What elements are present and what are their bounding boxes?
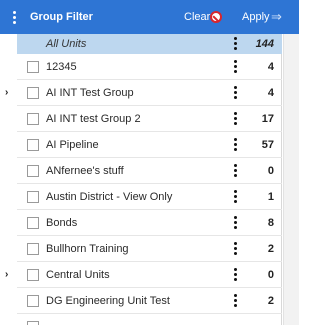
row-menu-icon[interactable]	[234, 86, 237, 100]
row-menu-icon[interactable]	[234, 216, 237, 230]
row-menu-icon[interactable]	[234, 242, 237, 256]
apply-button[interactable]: Apply	[242, 11, 270, 23]
unit-checkbox[interactable]	[27, 295, 39, 307]
unit-label: AI Pipeline	[46, 139, 99, 151]
unit-label: AI INT test Group 2	[46, 113, 141, 125]
all-units-row[interactable]: All Units 144	[17, 34, 282, 54]
panel-title: Group Filter	[30, 11, 93, 23]
unit-row[interactable]: Bonds 8	[17, 210, 282, 236]
all-units-count: 144	[255, 38, 274, 50]
row-menu-icon[interactable]	[234, 268, 237, 282]
unit-label: ANfernee's stuff	[46, 165, 124, 177]
unit-count: 57	[261, 139, 274, 151]
unit-row[interactable]: Austin District - View Only 1	[17, 184, 282, 210]
unit-label: DG Engineering Unit Test	[46, 295, 170, 307]
row-menu-icon[interactable]	[234, 60, 237, 74]
unit-checkbox[interactable]	[27, 165, 39, 177]
unit-label: AI INT Test Group	[46, 87, 134, 99]
row-menu-icon[interactable]	[234, 294, 237, 308]
unit-row[interactable]: ANfernee's stuff 0	[17, 158, 282, 184]
row-menu-icon[interactable]	[234, 164, 237, 178]
unit-label: Bonds	[46, 217, 78, 229]
unit-count: 2	[267, 243, 274, 255]
unit-row[interactable]: AI INT Test Group 4	[17, 80, 282, 106]
unit-checkbox[interactable]	[27, 61, 39, 73]
unit-count: 1	[267, 191, 274, 203]
unit-count: 17	[261, 113, 274, 125]
row-menu-icon[interactable]	[234, 112, 237, 126]
clear-icon[interactable]	[210, 11, 222, 23]
unit-checkbox[interactable]	[27, 113, 39, 125]
scrollbar[interactable]	[283, 0, 299, 325]
row-menu-icon[interactable]	[234, 37, 237, 51]
unit-checkbox[interactable]	[27, 269, 39, 281]
unit-label: 12345	[46, 61, 77, 73]
unit-row[interactable]: DG Engineering Unit Test 2	[17, 288, 282, 314]
expand-chevron-icon[interactable]: ›	[5, 269, 8, 280]
unit-row[interactable]: 12345 4	[17, 54, 282, 80]
unit-row[interactable]: AI Pipeline 57	[17, 132, 282, 158]
unit-count: 4	[267, 87, 274, 99]
unit-label: Bullhorn Training	[46, 243, 129, 255]
unit-count: 0	[267, 165, 274, 177]
unit-row[interactable]: Central Units 0	[17, 262, 282, 288]
unit-checkbox[interactable]	[27, 191, 39, 203]
unit-count: 0	[267, 269, 274, 281]
apply-arrow-icon[interactable]: ⇒	[271, 10, 282, 23]
header-menu-icon[interactable]	[13, 11, 16, 24]
group-filter-header: Group Filter Clear Apply ⇒	[0, 0, 299, 34]
expand-chevron-icon[interactable]: ›	[5, 87, 8, 98]
unit-label: Austin District - View Only	[46, 191, 173, 203]
unit-row[interactable]: AI INT test Group 2 17	[17, 106, 282, 132]
left-gutter	[0, 0, 17, 325]
row-menu-icon[interactable]	[234, 190, 237, 204]
unit-label: Central Units	[46, 269, 110, 281]
unit-checkbox[interactable]	[27, 139, 39, 151]
row-menu-icon[interactable]	[234, 138, 237, 152]
clear-button[interactable]: Clear	[184, 11, 210, 23]
unit-checkbox[interactable]	[27, 321, 39, 325]
all-units-label: All Units	[46, 38, 87, 50]
unit-row[interactable]: Bullhorn Training 2	[17, 236, 282, 262]
unit-checkbox[interactable]	[27, 87, 39, 99]
unit-checkbox[interactable]	[27, 243, 39, 255]
unit-row[interactable]	[17, 314, 282, 325]
unit-checkbox[interactable]	[27, 217, 39, 229]
unit-count: 8	[267, 217, 274, 229]
unit-count: 4	[267, 61, 274, 73]
unit-count: 2	[267, 295, 274, 307]
